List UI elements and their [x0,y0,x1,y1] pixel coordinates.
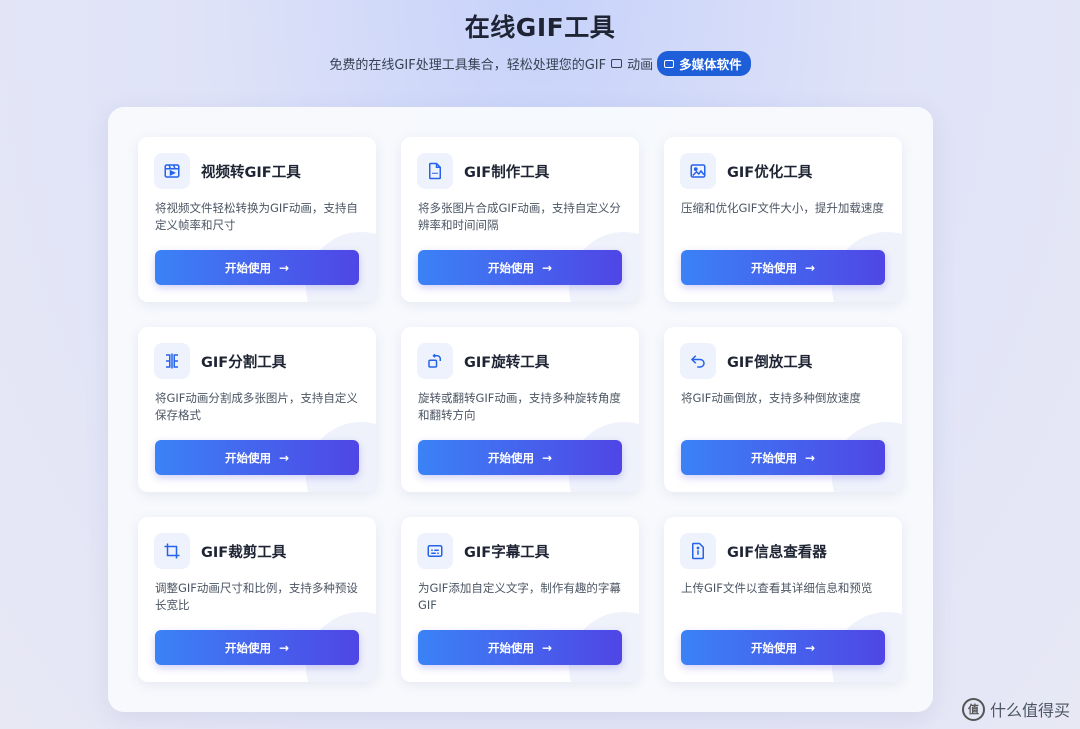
arrow-right-icon: → [541,260,553,275]
tool-card: GIF优化工具 压缩和优化GIF文件大小，提升加载速度 开始使用 → [664,137,902,302]
video-icon [154,153,190,189]
card-title: GIF旋转工具 [464,355,550,371]
card-description: 旋转或翻转GIF动画，支持多种旋转角度和翻转方向 [418,391,621,422]
subtitle-text: 免费的在线GIF处理工具集合，轻松处理您的GIF [329,58,607,73]
start-button[interactable]: 开始使用 → [155,250,359,285]
start-button-label: 开始使用 [487,450,534,465]
card-title: GIF信息查看器 [727,545,827,561]
start-button-label: 开始使用 [750,260,797,275]
card-description: 调整GIF动画尺寸和比例，支持多种预设长宽比 [155,581,358,612]
newspaper-icon [664,59,675,68]
card-title: GIF分割工具 [201,355,287,371]
card-description: 将视频文件轻松转换为GIF动画，支持自定义帧率和尺寸 [155,201,358,232]
card-description: 将多张图片合成GIF动画，支持自定义分辨率和时间间隔 [418,201,621,232]
tool-card: GIF分割工具 将GIF动画分割成多张图片，支持自定义保存格式 开始使用 → [138,327,376,492]
arrow-right-icon: → [804,640,816,655]
arrow-right-icon: → [278,260,290,275]
card-title: GIF裁剪工具 [201,545,287,561]
tool-card: GIF字幕工具 为GIF添加自定义文字，制作有趣的字幕GIF 开始使用 → [401,517,639,682]
card-description: 压缩和优化GIF文件大小，提升加载速度 [681,201,884,215]
arrow-right-icon: → [804,260,816,275]
start-button[interactable]: 开始使用 → [681,440,885,475]
badge-label: 多媒体软件 [679,57,742,72]
tool-card: 视频转GIF工具 将视频文件轻松转换为GIF动画，支持自定义帧率和尺寸 开始使用… [138,137,376,302]
watermark: 值 什么值得买 [961,697,1070,721]
arrow-right-icon: → [541,450,553,465]
split-icon [154,343,190,379]
tool-card: GIF信息查看器 上传GIF文件以查看其详细信息和预览 开始使用 → [664,517,902,682]
subtitle-icon [417,533,453,569]
watermark-text: 什么值得买 [989,701,1070,720]
tool-card: GIF裁剪工具 调整GIF动画尺寸和比例，支持多种预设长宽比 开始使用 → [138,517,376,682]
card-description: 将GIF动画分割成多张图片，支持自定义保存格式 [155,391,358,422]
start-button[interactable]: 开始使用 → [418,630,622,665]
start-button-label: 开始使用 [224,450,271,465]
card-description: 为GIF添加自定义文字，制作有趣的字幕GIF [418,581,621,612]
arrow-right-icon: → [541,640,553,655]
info-icon [680,533,716,569]
card-title: GIF制作工具 [464,165,550,181]
start-button[interactable]: 开始使用 → [418,250,622,285]
start-button-label: 开始使用 [224,640,271,655]
category-badge[interactable]: 多媒体软件 [657,51,751,76]
start-button[interactable]: 开始使用 → [155,630,359,665]
start-button[interactable]: 开始使用 → [681,250,885,285]
start-button[interactable]: 开始使用 → [155,440,359,475]
start-button[interactable]: 开始使用 → [681,630,885,665]
tool-card: GIF倒放工具 将GIF动画倒放，支持多种倒放速度 开始使用 → [664,327,902,492]
start-button-label: 开始使用 [224,260,271,275]
gif-file-icon [417,153,453,189]
tool-card: GIF制作工具 将多张图片合成GIF动画，支持自定义分辨率和时间间隔 开始使用 → [401,137,639,302]
rotate-icon [417,343,453,379]
watermark-logo: 值 [961,697,985,721]
start-button-label: 开始使用 [487,260,534,275]
card-description: 将GIF动画倒放，支持多种倒放速度 [681,391,861,405]
subtitle-suffix: 动画 [627,58,654,73]
newspaper-icon [611,59,623,68]
arrow-right-icon: → [804,450,816,465]
start-button[interactable]: 开始使用 → [418,440,622,475]
start-button-label: 开始使用 [750,450,797,465]
arrow-right-icon: → [278,640,290,655]
card-title: 视频转GIF工具 [201,165,301,181]
image-icon [680,153,716,189]
arrow-right-icon: → [278,450,290,465]
start-button-label: 开始使用 [750,640,797,655]
tool-card: GIF旋转工具 旋转或翻转GIF动画，支持多种旋转角度和翻转方向 开始使用 → [401,327,639,492]
undo-icon [680,343,716,379]
start-button-label: 开始使用 [487,640,534,655]
page-title: 在线GIF工具 [464,13,616,42]
card-title: GIF倒放工具 [727,355,813,371]
crop-icon [154,533,190,569]
page-subtitle: 免费的在线GIF处理工具集合，轻松处理您的GIF 动画 多媒体软件 [0,51,1080,76]
card-title: GIF字幕工具 [464,545,550,561]
card-description: 上传GIF文件以查看其详细信息和预览 [681,581,873,595]
card-title: GIF优化工具 [727,165,813,181]
